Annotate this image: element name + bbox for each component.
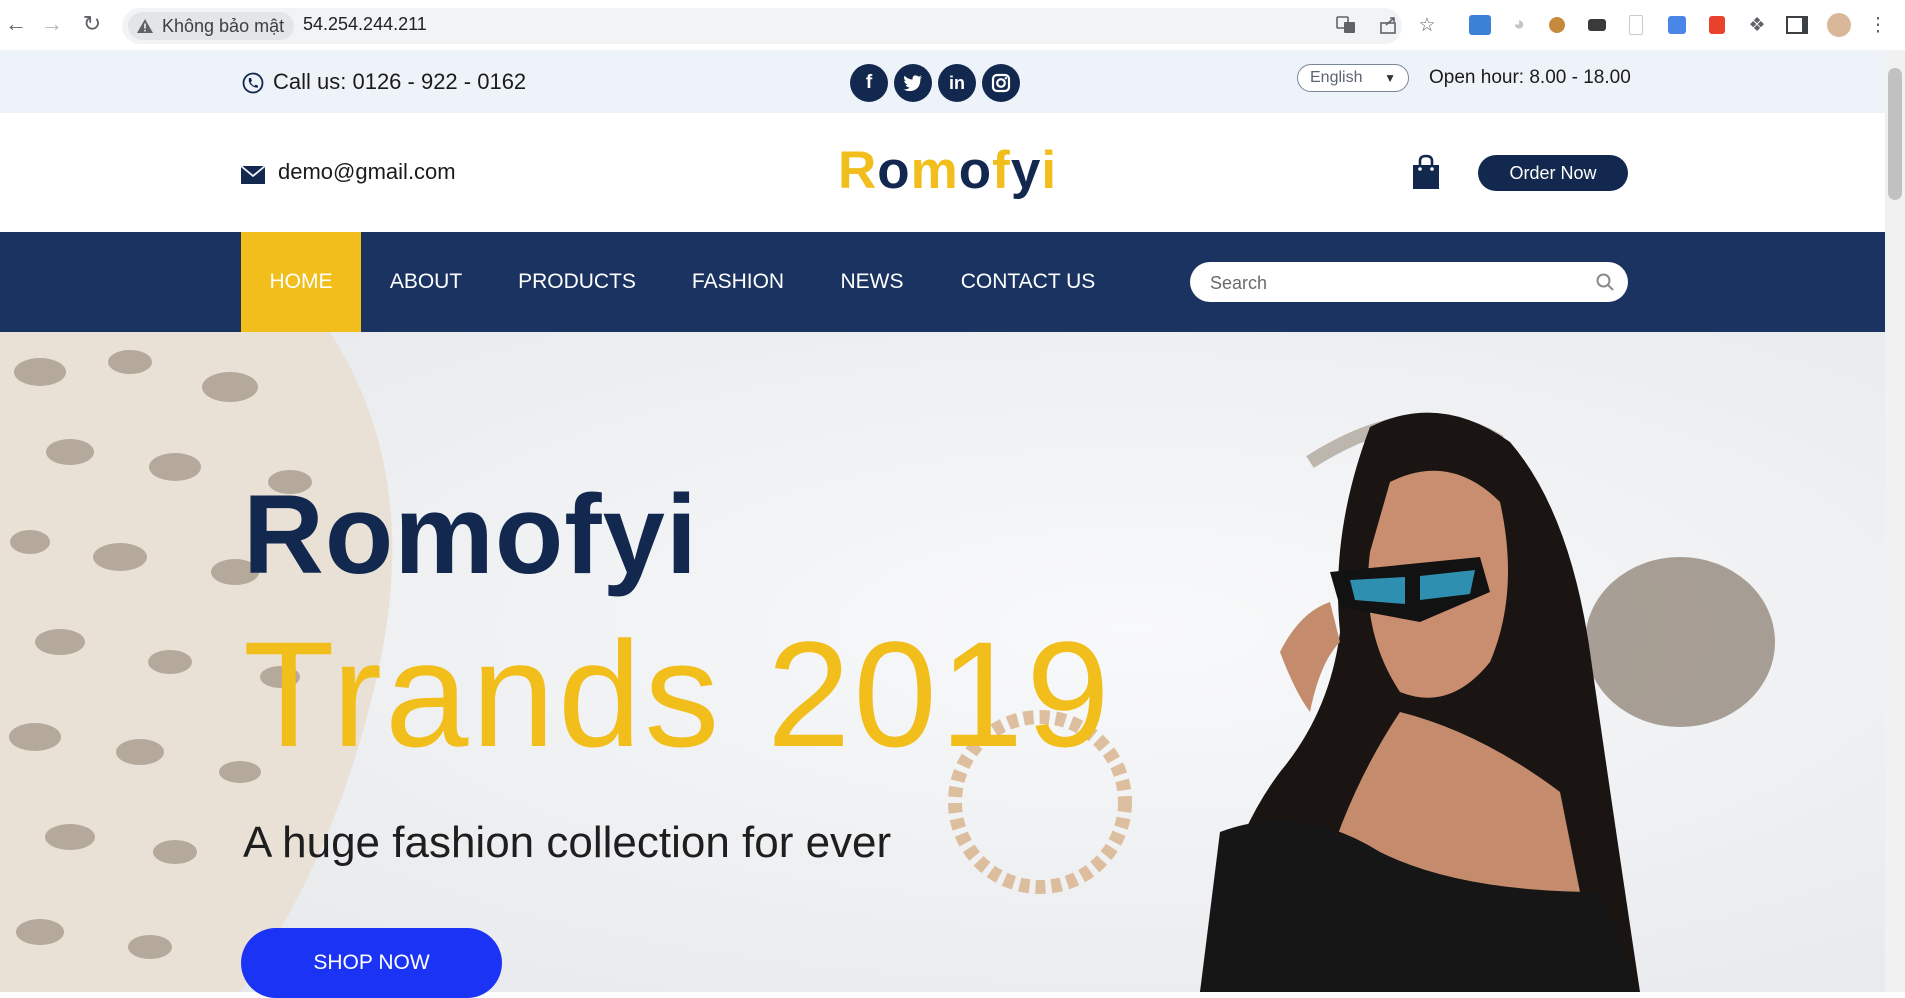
hero-tagline: A huge fashion collection for ever: [243, 818, 892, 867]
nav-products[interactable]: PRODUCTS: [508, 232, 646, 332]
reload-icon[interactable]: ↻: [80, 12, 104, 36]
shopping-bag-icon[interactable]: [1411, 154, 1441, 195]
share-icon[interactable]: [1377, 13, 1401, 37]
phone-icon: [242, 72, 264, 99]
warning-icon: [137, 19, 153, 33]
profile-avatar[interactable]: [1827, 13, 1851, 37]
extension-camera-icon[interactable]: [1585, 13, 1609, 37]
hero-subtitle: Trands 2019: [243, 610, 1113, 778]
security-chip[interactable]: Không bảo mật: [128, 12, 295, 40]
search-icon[interactable]: [1596, 273, 1614, 291]
extension-translate-icon[interactable]: [1468, 13, 1492, 37]
forward-arrow-icon[interactable]: →: [40, 12, 64, 36]
extension-cookie-icon[interactable]: [1545, 13, 1569, 37]
shop-now-button[interactable]: SHOP NOW: [241, 928, 502, 998]
email-address[interactable]: demo@gmail.com: [278, 159, 456, 185]
nav-home[interactable]: HOME: [241, 232, 361, 332]
linkedin-icon[interactable]: in: [938, 64, 976, 102]
sidebar-icon[interactable]: [1785, 13, 1809, 37]
scrollbar-thumb[interactable]: [1888, 68, 1902, 200]
order-now-button[interactable]: Order Now: [1478, 155, 1628, 191]
nav-fashion[interactable]: FASHION: [676, 232, 800, 332]
facebook-icon[interactable]: f: [850, 64, 888, 102]
extension-panda-icon[interactable]: ◕: [1507, 13, 1531, 37]
search-input[interactable]: [1208, 262, 1592, 304]
back-arrow-icon[interactable]: ←: [4, 12, 28, 36]
nav-news[interactable]: NEWS: [832, 232, 912, 332]
phone-number: Call us: 0126 - 922 - 0162: [273, 69, 527, 94]
open-hour: Open hour: 8.00 - 18.00: [1429, 67, 1631, 88]
twitter-icon[interactable]: [894, 64, 932, 102]
search-box: [1190, 262, 1628, 304]
puzzle-icon[interactable]: ❖: [1745, 13, 1769, 37]
site-logo[interactable]: Romofyi: [838, 140, 1057, 201]
instagram-icon[interactable]: [982, 64, 1020, 102]
security-label: Không bảo mật: [162, 15, 285, 36]
language-value: English: [1310, 69, 1363, 86]
envelope-icon: [240, 165, 266, 189]
language-select[interactable]: English ▼: [1297, 64, 1409, 92]
translate-icon[interactable]: [1334, 13, 1358, 37]
hero-title: Romofyi: [243, 472, 698, 597]
extension-shield-icon[interactable]: [1705, 13, 1729, 37]
url-text[interactable]: 54.254.244.211: [303, 14, 427, 35]
star-icon[interactable]: ☆: [1415, 13, 1439, 37]
dropdown-arrow-icon: ▼: [1384, 71, 1396, 85]
extension-google-translate-icon[interactable]: [1665, 13, 1689, 37]
nav-contact-us[interactable]: CONTACT US: [950, 232, 1106, 332]
menu-dots-icon[interactable]: ⋮: [1866, 13, 1890, 37]
extension-blank-icon[interactable]: [1624, 13, 1648, 37]
nav-about[interactable]: ABOUT: [378, 232, 474, 332]
